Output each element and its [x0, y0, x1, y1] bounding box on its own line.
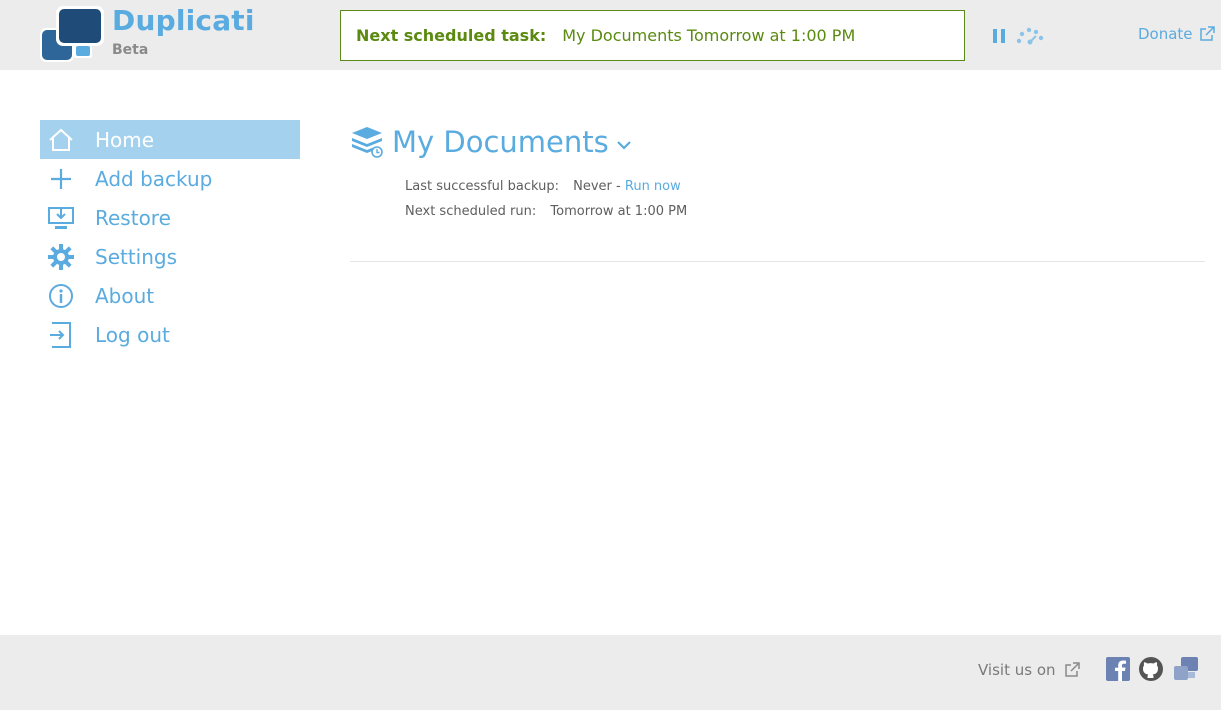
- sidebar-item-label: Settings: [95, 244, 178, 269]
- brand-name: Duplicati: [112, 4, 255, 37]
- info-icon: [46, 282, 76, 310]
- sidebar-item-label: Home: [95, 127, 155, 152]
- sidebar-item-add-backup[interactable]: Add backup: [40, 159, 300, 198]
- last-backup-row: Last successful backup: Never - Run now: [405, 179, 681, 194]
- visit-us-label: Visit us on: [978, 661, 1056, 679]
- backup-title[interactable]: My Documents: [392, 125, 609, 159]
- footer: Visit us on: [0, 635, 1221, 710]
- header: Duplicati Beta Next scheduled task: My D…: [0, 0, 1221, 70]
- duplicati-logo-icon: [40, 6, 104, 62]
- pause-icon[interactable]: [992, 28, 1006, 44]
- last-backup-label: Last successful backup:: [405, 179, 559, 194]
- backup-stack-icon: [352, 127, 383, 158]
- sidebar-item-label: Restore: [95, 205, 171, 230]
- donate-label: Donate: [1138, 25, 1193, 43]
- sidebar-item-settings[interactable]: Settings: [40, 237, 300, 276]
- donate-link[interactable]: Donate: [1138, 25, 1215, 43]
- github-icon[interactable]: [1138, 656, 1164, 682]
- divider: [350, 261, 1205, 262]
- restore-icon: [46, 204, 76, 232]
- last-backup-value: Never -: [573, 179, 621, 194]
- facebook-icon[interactable]: [1105, 656, 1131, 682]
- sidebar-item-label: Log out: [95, 322, 170, 347]
- next-run-row: Next scheduled run: Tomorrow at 1:00 PM: [405, 204, 687, 219]
- external-link-icon: [1199, 26, 1215, 41]
- next-task-value: My Documents Tomorrow at 1:00 PM: [562, 26, 856, 45]
- next-task-label: Next scheduled task:: [356, 26, 547, 45]
- sidebar-item-label: About: [95, 283, 155, 308]
- sidebar-item-label: Add backup: [95, 166, 213, 191]
- chevron-down-icon[interactable]: [616, 140, 631, 150]
- forum-icon[interactable]: [1173, 656, 1199, 682]
- brand-subtitle: Beta: [112, 42, 149, 58]
- home-icon: [46, 126, 76, 154]
- sidebar-nav: Home Add backup Restore Settings About L…: [40, 120, 300, 354]
- sidebar-item-logout[interactable]: Log out: [40, 315, 300, 354]
- backup-title-row: My Documents: [350, 120, 631, 164]
- gear-icon: [46, 243, 76, 271]
- external-link-icon: [1064, 662, 1080, 677]
- throttle-icon[interactable]: [1016, 27, 1044, 45]
- visit-us: Visit us on: [978, 661, 1080, 679]
- logout-icon: [46, 321, 76, 349]
- sidebar-item-home[interactable]: Home: [40, 120, 300, 159]
- sidebar-item-restore[interactable]: Restore: [40, 198, 300, 237]
- run-now-link[interactable]: Run now: [625, 179, 681, 194]
- next-run-value: Tomorrow at 1:00 PM: [550, 204, 688, 219]
- next-run-label: Next scheduled run:: [405, 204, 537, 219]
- sidebar-item-about[interactable]: About: [40, 276, 300, 315]
- plus-icon: [46, 165, 76, 193]
- next-task-banner: Next scheduled task: My Documents Tomorr…: [340, 10, 965, 61]
